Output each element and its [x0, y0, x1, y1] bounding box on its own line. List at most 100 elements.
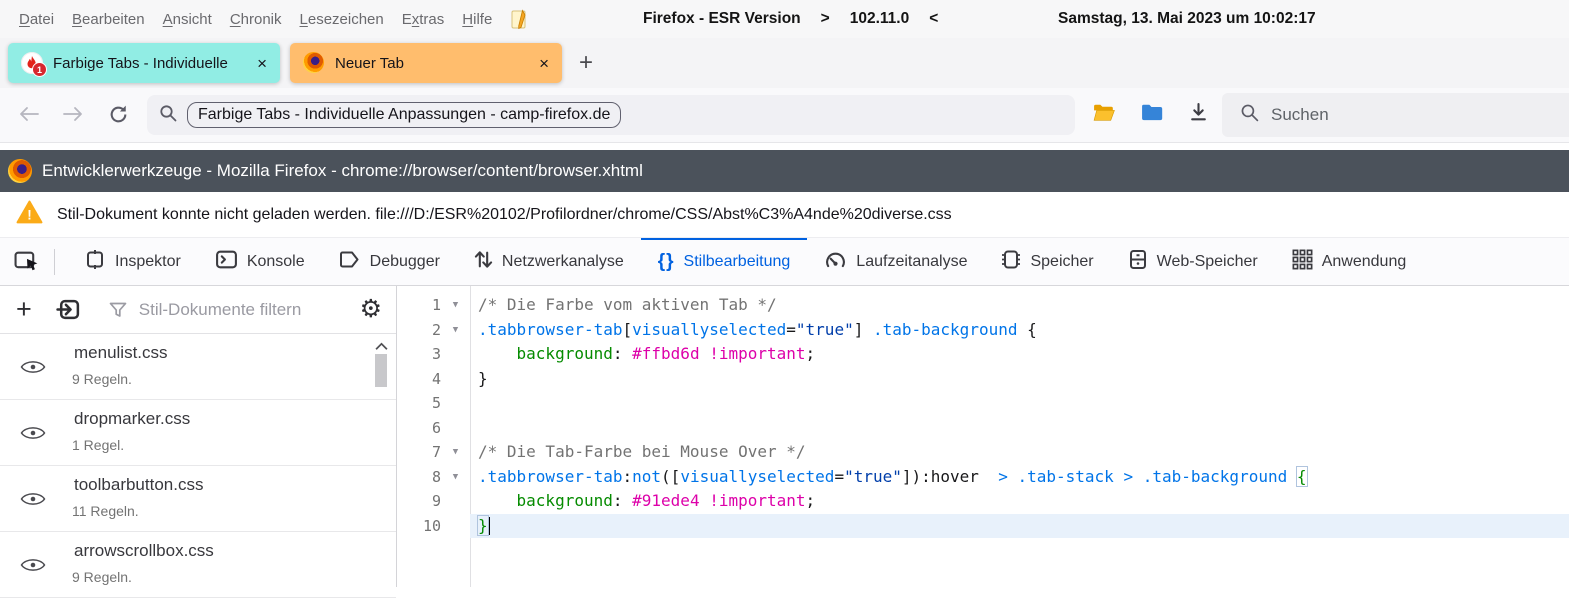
stylesheet-rule-count: 11 Regeln. — [72, 503, 139, 519]
devtools-window-titlebar: Entwicklerwerkzeuge - Mozilla Firefox - … — [0, 150, 1569, 192]
menu-bearbeiten[interactable]: Bearbeiten — [63, 11, 154, 28]
back-button[interactable] — [18, 105, 40, 123]
code-text[interactable]: /* Die Farbe vom aktiven Tab */ — [470, 293, 1569, 318]
new-stylesheet-button[interactable]: + — [16, 296, 32, 323]
code-text[interactable]: background: #ffbd6d !important; — [470, 342, 1569, 367]
code-line-9: 9 background: #91ede4 !important; — [397, 489, 1569, 514]
tab-title: Neuer Tab — [335, 55, 533, 72]
stylesheet-rule-count: 9 Regeln. — [72, 371, 132, 387]
code-text[interactable]: /* Die Tab-Farbe bei Mouse Over */ — [470, 440, 1569, 465]
notes-icon[interactable] — [509, 9, 528, 30]
search-icon — [159, 104, 177, 127]
code-text[interactable]: .tabbrowser-tab:not([visuallyselected="t… — [470, 465, 1569, 490]
stylesheet-item[interactable]: dropmarker.css1 Regel. — [0, 400, 396, 466]
menu-items: DateiBearbeitenAnsichtChronikLesezeichen… — [0, 11, 501, 28]
folder-open-icon[interactable] — [1092, 102, 1117, 123]
forward-button[interactable] — [62, 105, 84, 123]
stylesheet-item[interactable]: menulist.css 9 Regeln. — [0, 334, 396, 400]
window-title: Entwicklerwerkzeuge - Mozilla Firefox - … — [42, 161, 643, 181]
menu-datei[interactable]: Datei — [10, 11, 63, 28]
filter-stylesheets-input[interactable]: Stil-Dokumente filtern — [139, 300, 302, 320]
gear-icon[interactable]: ⚙ — [360, 297, 382, 322]
menu-ansicht[interactable]: Ansicht — [154, 11, 221, 28]
fold-gutter — [441, 489, 470, 514]
import-stylesheet-button[interactable] — [56, 298, 81, 321]
code-text[interactable]: } — [470, 514, 1569, 539]
folder-icon[interactable] — [1140, 102, 1165, 123]
devtab-inspektor[interactable]: Inspektor — [67, 238, 198, 285]
storage-icon — [1128, 248, 1148, 276]
stylesheet-name: toolbarbutton.css — [74, 475, 203, 495]
devtab-debugger[interactable]: Debugger — [322, 238, 457, 285]
eye-icon[interactable] — [20, 425, 46, 446]
url-text[interactable]: Farbige Tabs - Individuelle Anpassungen … — [187, 102, 621, 128]
search-icon — [1240, 103, 1259, 127]
search-field[interactable]: Suchen — [1222, 93, 1569, 137]
menu-bar: DateiBearbeitenAnsichtChronikLesezeichen… — [0, 0, 1569, 38]
browser-tab-2[interactable]: Neuer Tab × — [290, 43, 562, 83]
line-number: 9 — [397, 489, 441, 514]
code-text[interactable]: background: #91ede4 !important; — [470, 489, 1569, 514]
code-line-4: 4} — [397, 367, 1569, 392]
stylesheet-sidebar: + Stil-Dokumente filtern ⚙ menulist.css 9… — [0, 286, 397, 587]
download-icon[interactable] — [1188, 102, 1209, 123]
sidebar-scrollbar[interactable] — [374, 336, 389, 587]
devtools-toolbar: InspektorKonsoleDebuggerNetzwerkanalyse{… — [0, 238, 1569, 286]
menu-hilfe[interactable]: Hilfe — [453, 11, 501, 28]
menu-lesezeichen[interactable]: Lesezeichen — [291, 11, 393, 28]
devtab-label: Speicher — [1030, 253, 1093, 271]
line-number: 7 — [397, 440, 441, 465]
code-line-8: 8▼.tabbrowser-tab:not([visuallyselected=… — [397, 465, 1569, 490]
browser-tab-1[interactable]: 1Farbige Tabs - Individuelle× — [8, 43, 280, 83]
menu-chronik[interactable]: Chronik — [221, 11, 291, 28]
navigation-bar: Farbige Tabs - Individuelle Anpassungen … — [0, 88, 1569, 143]
eye-icon[interactable] — [20, 557, 46, 578]
fold-arrow-icon[interactable]: ▼ — [441, 293, 470, 318]
fold-arrow-icon[interactable]: ▼ — [441, 318, 470, 343]
fold-arrow-icon[interactable]: ▼ — [441, 465, 470, 490]
debugger-icon — [339, 249, 361, 275]
reload-button[interactable] — [108, 104, 129, 125]
devtools-tabs: InspektorKonsoleDebuggerNetzwerkanalyse{… — [67, 238, 1423, 285]
devtab-stilbearbeitung[interactable]: {}Stilbearbeitung — [641, 238, 808, 285]
code-line-7: 7▼/* Die Tab-Farbe bei Mouse Over */ — [397, 440, 1569, 465]
close-icon[interactable]: × — [257, 55, 267, 72]
text-caret — [489, 517, 491, 535]
menu-extras[interactable]: Extras — [393, 11, 454, 28]
css-code-editor[interactable]: 1▼/* Die Farbe vom aktiven Tab */2▼.tabb… — [397, 286, 1569, 587]
eye-icon[interactable] — [20, 359, 46, 380]
code-line-10: 10} — [397, 514, 1569, 539]
firefox-favicon — [303, 52, 325, 74]
svg-text:!: ! — [27, 207, 32, 222]
eye-icon[interactable] — [20, 491, 46, 512]
campfire-favicon: 1 — [21, 52, 43, 74]
devtab-label: Web-Speicher — [1157, 253, 1258, 271]
devtab-konsole[interactable]: Konsole — [198, 238, 322, 285]
app-version: 102.11.0 — [850, 10, 909, 28]
braces-icon: {} — [658, 251, 675, 273]
stylesheet-item[interactable]: toolbarbutton.css 11 Regeln. — [0, 466, 396, 532]
url-bar[interactable]: Farbige Tabs - Individuelle Anpassungen … — [147, 95, 1075, 135]
pick-element-button[interactable] — [0, 238, 54, 285]
line-number: 6 — [397, 416, 441, 441]
code-text[interactable] — [470, 416, 1569, 441]
warning-icon: ! — [16, 200, 43, 229]
code-text[interactable]: .tabbrowser-tab[visuallyselected="true"]… — [470, 318, 1569, 343]
memory-icon — [1001, 248, 1021, 276]
scrollbar-thumb[interactable] — [375, 354, 387, 387]
style-editor-panel: + Stil-Dokumente filtern ⚙ menulist.css 9… — [0, 286, 1569, 587]
new-tab-button[interactable]: + — [572, 49, 600, 77]
devtab-netzwerkanalyse[interactable]: Netzwerkanalyse — [457, 238, 641, 285]
code-line-2: 2▼.tabbrowser-tab[visuallyselected="true… — [397, 318, 1569, 343]
code-text[interactable]: } — [470, 367, 1569, 392]
code-text[interactable] — [470, 391, 1569, 416]
stylesheet-name: menulist.css — [74, 343, 168, 363]
devtab-laufzeitanalyse[interactable]: Laufzeitanalyse — [807, 238, 984, 285]
devtab-anwendung[interactable]: Anwendung — [1275, 238, 1424, 285]
close-icon[interactable]: × — [539, 55, 549, 72]
stylesheet-item[interactable]: arrowscrollbox.css9 Regeln. — [0, 532, 396, 598]
devtab-web-speicher[interactable]: Web-Speicher — [1111, 238, 1275, 285]
fold-arrow-icon[interactable]: ▼ — [441, 440, 470, 465]
devtab-speicher[interactable]: Speicher — [984, 238, 1110, 285]
line-number: 5 — [397, 391, 441, 416]
